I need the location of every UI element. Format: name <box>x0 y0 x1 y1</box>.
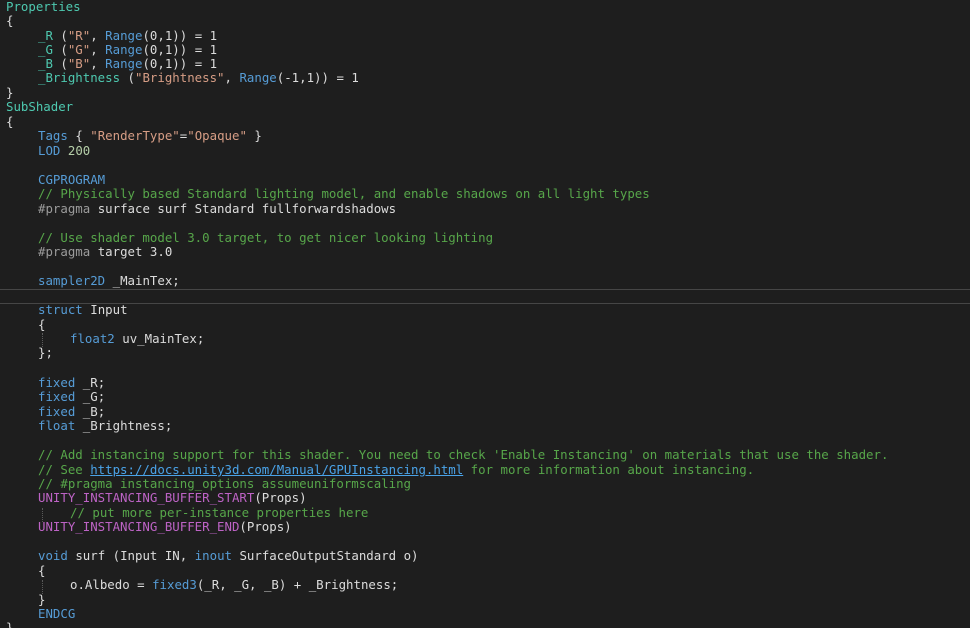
keyword-properties: Properties <box>6 0 81 14</box>
docs-link[interactable]: https://docs.unity3d.com/Manual/GPUInsta… <box>90 462 463 477</box>
keyword-subshader: SubShader <box>6 99 74 114</box>
code-line: } <box>6 85 14 100</box>
current-line-highlight <box>0 289 970 304</box>
code-editor[interactable]: Properties { _R ("R", Range(0,1)) = 1 _G… <box>0 0 970 628</box>
code-line: SubShader <box>6 100 73 114</box>
code-line: { <box>6 114 14 129</box>
code-line: } <box>6 620 14 628</box>
code-line: Properties <box>6 0 81 14</box>
code-line: { <box>6 13 14 28</box>
